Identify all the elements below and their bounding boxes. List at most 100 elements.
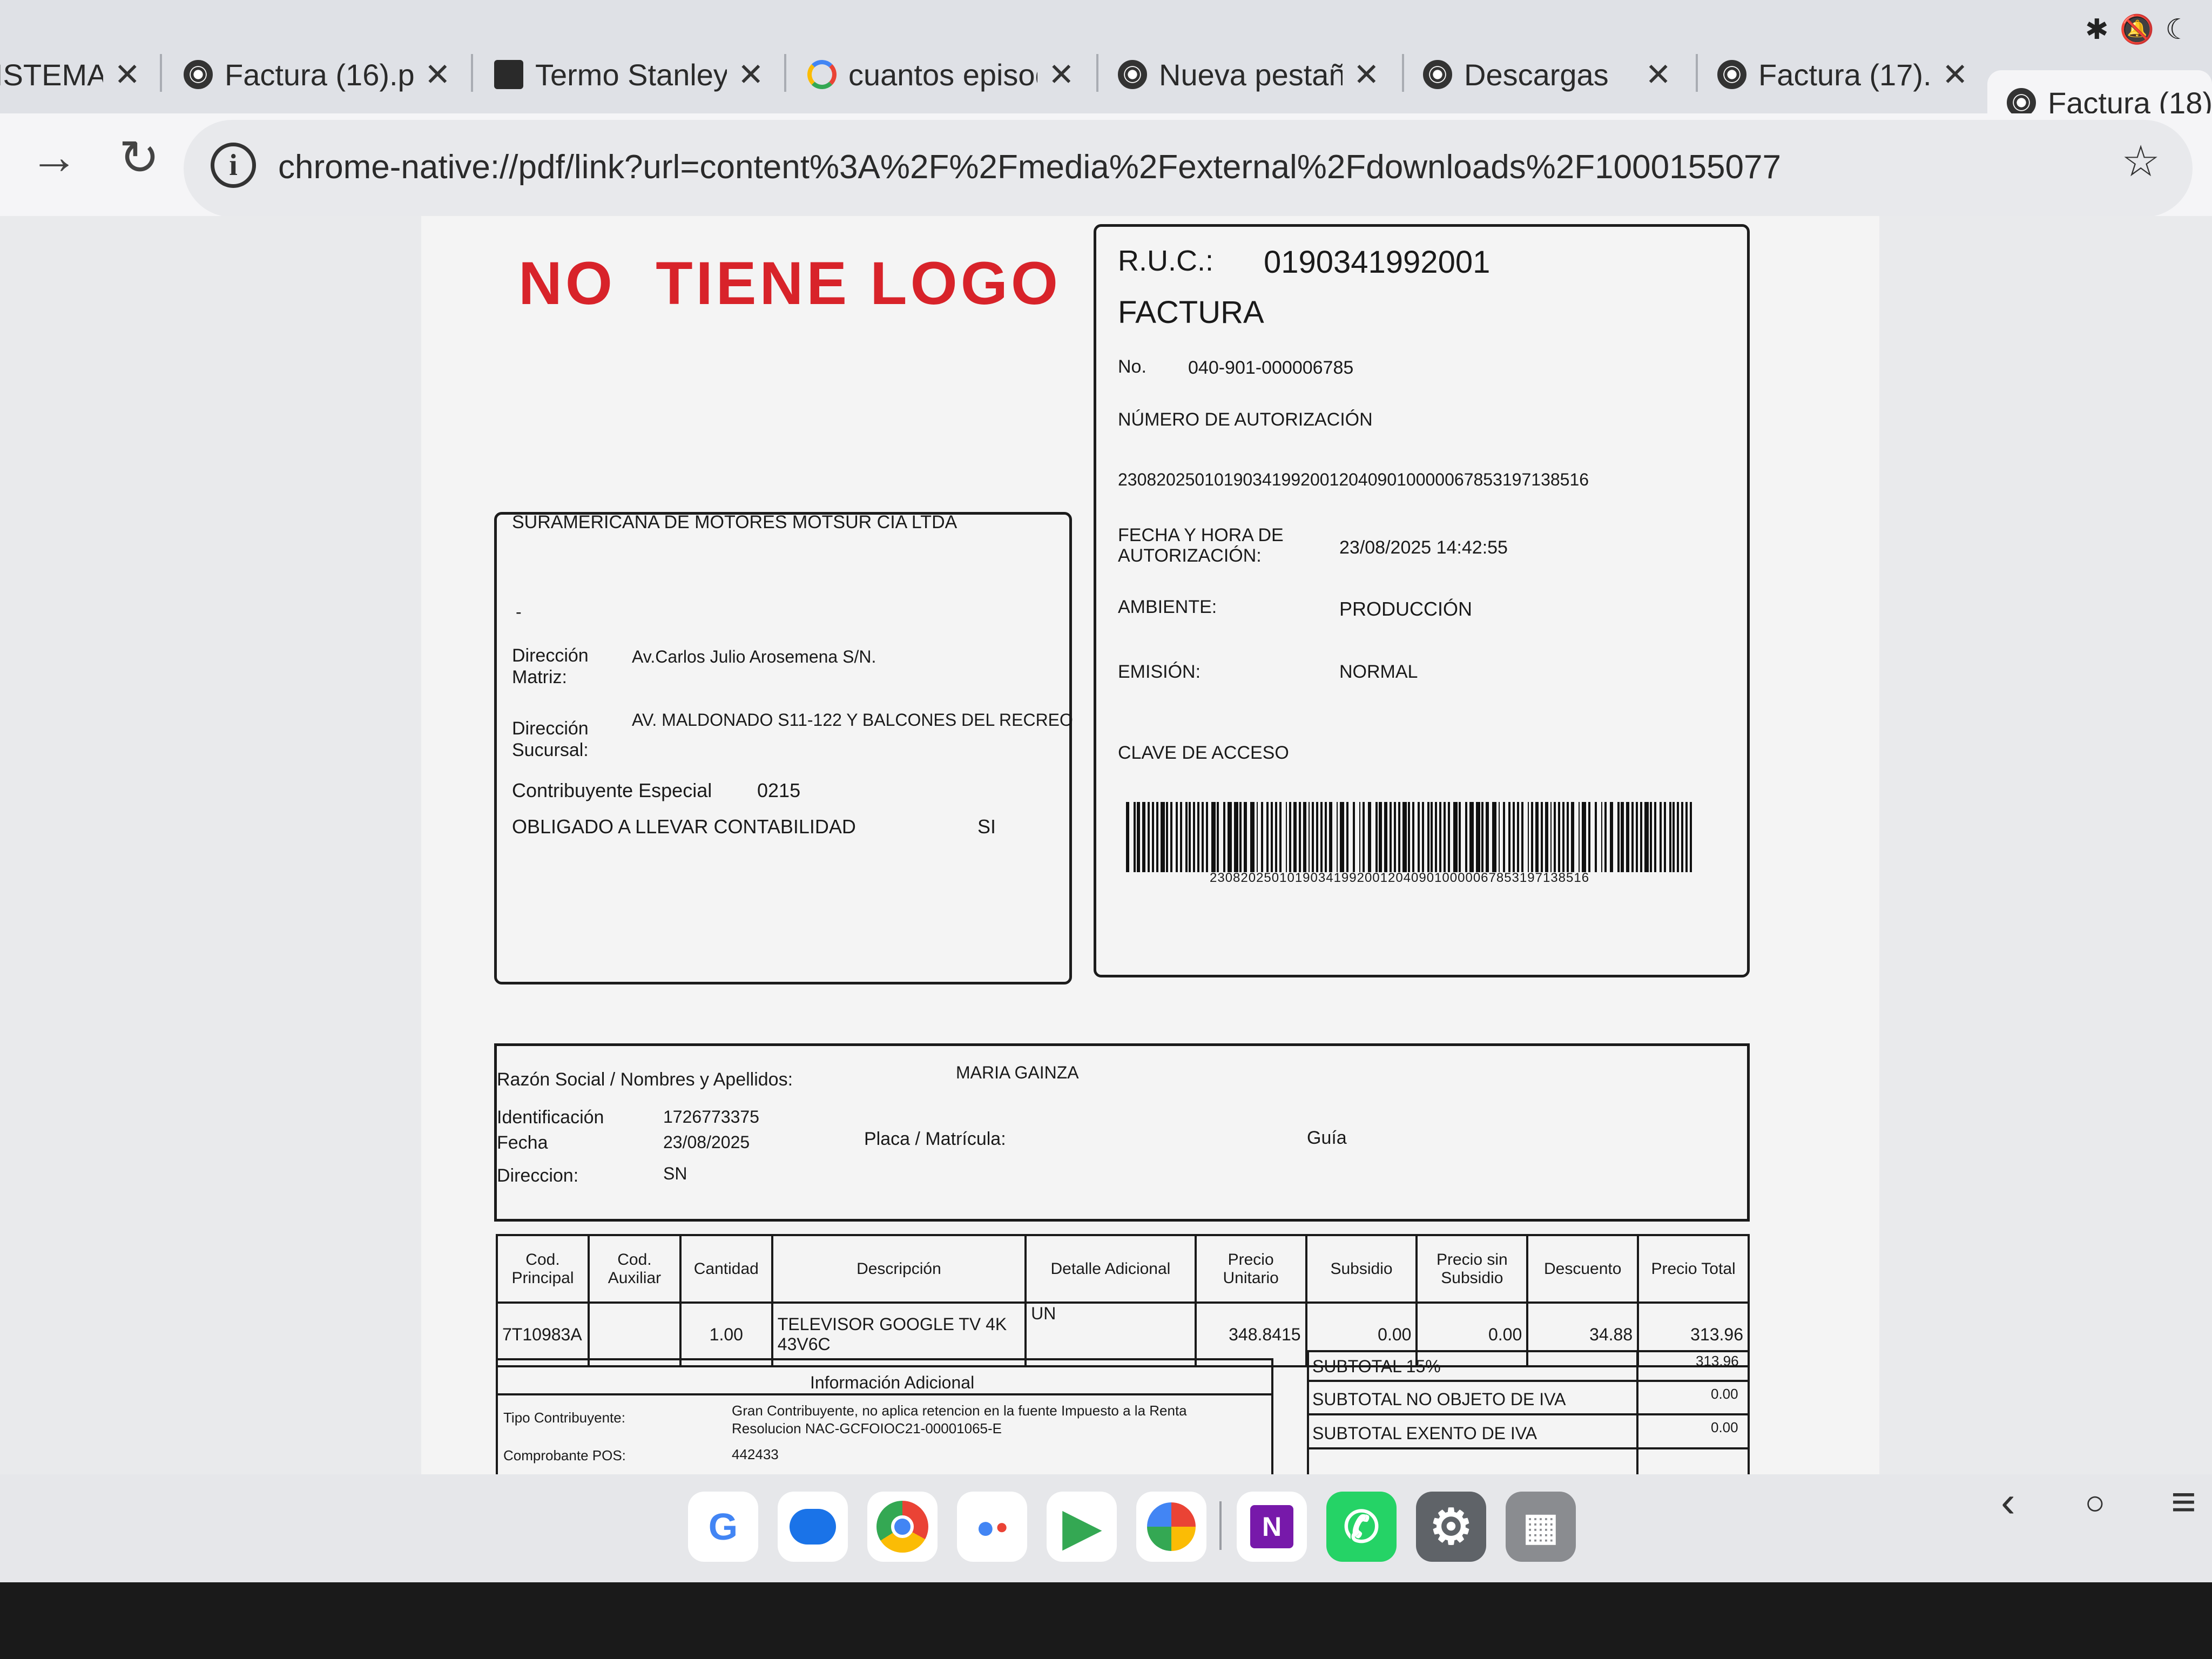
contribuyente-label: Contribuyente Especial — [512, 779, 712, 801]
nav-back-icon[interactable]: ‹ — [2001, 1477, 2015, 1527]
direccion-value: SN — [663, 1164, 687, 1183]
issuer-name: SURAMERICANA DE MOTORES MOTSUR CIA LTDA — [512, 512, 957, 532]
tipo-contribuyente-value-1: Gran Contribuyente, no aplica retencion … — [732, 1402, 1187, 1419]
no-value: 040-901-000006785 — [1188, 358, 1354, 378]
col-precio-unitario: Precio Unitario — [1194, 1234, 1307, 1304]
totals-row-divider — [1307, 1380, 1750, 1382]
photos-app-icon[interactable] — [1136, 1492, 1206, 1562]
close-icon[interactable]: ✕ — [738, 56, 764, 93]
razon-label: Razón Social / Nombres y Apellidos: — [497, 1069, 793, 1090]
chrome-icon — [1717, 60, 1746, 89]
sucursal-label-1: Dirección — [512, 718, 589, 739]
address-bar[interactable]: i chrome-native://pdf/link?url=content%3… — [184, 120, 2193, 217]
auth-value: 2308202501019034199200120409010000067853… — [1118, 470, 1589, 489]
col-precio-sin-subsidio: Precio sin Subsidio — [1415, 1234, 1529, 1304]
onenote-app-icon[interactable]: N — [1237, 1492, 1307, 1562]
ambiente-label: AMBIENTE: — [1118, 597, 1217, 617]
moon-icon: ☾ — [2165, 14, 2201, 45]
chrome-icon — [184, 60, 213, 89]
razon-value: MARIA GAINZA — [956, 1063, 1079, 1082]
total-label: SUBTOTAL NO OBJETO DE IVA — [1312, 1390, 1566, 1409]
dock-separator — [1219, 1501, 1222, 1550]
col-subsidio: Subsidio — [1305, 1234, 1418, 1304]
doc-type: FACTURA — [1118, 295, 1264, 330]
sucursal-label-2: Sucursal: — [512, 740, 589, 760]
logo-placeholder: NO TIENE LOGO — [518, 249, 1061, 317]
direccion-label: Direccion: — [497, 1165, 579, 1186]
chrome-icon — [1423, 60, 1452, 89]
obligado-label: OBLIGADO A LLEVAR CONTABILIDAD — [512, 815, 856, 838]
tab-title: Nueva pestaña — [1159, 57, 1343, 92]
guia-label: Guía — [1307, 1128, 1347, 1148]
tab-title: cuantos episodios — [848, 57, 1037, 92]
chrome-icon — [1118, 60, 1147, 89]
tab-factura-17[interactable]: Factura (17).pdf ✕ — [1717, 42, 1968, 107]
col-precio-total: Precio Total — [1637, 1234, 1750, 1304]
bookmark-star-icon[interactable]: ☆ — [2121, 136, 2160, 186]
fecha-label-2: AUTORIZACIÓN: — [1118, 545, 1262, 566]
fecha-value: 23/08/2025 14:42:55 — [1339, 537, 1508, 558]
no-label: No. — [1118, 356, 1147, 377]
emision-label: EMISIÓN: — [1118, 662, 1201, 682]
play-store-app-icon[interactable]: ▶ — [1047, 1492, 1117, 1562]
total-value: 0.00 — [1711, 1419, 1738, 1435]
total-value: 313.96 — [1696, 1353, 1739, 1369]
tab-cuantos-episodios[interactable]: cuantos episodios ✕ — [807, 42, 1080, 107]
close-icon[interactable]: ✕ — [424, 56, 451, 93]
apps-grid-icon[interactable]: ▦ — [1506, 1492, 1576, 1562]
mute-icon: 🔕 — [2119, 14, 2166, 45]
clave-label: CLAVE DE ACCESO — [1118, 743, 1289, 763]
google-app-icon[interactable]: G — [688, 1492, 758, 1562]
cell-precio-unitario: 348.8415 — [1194, 1301, 1307, 1367]
url-text[interactable]: chrome-native://pdf/link?url=content%3A%… — [278, 148, 1781, 186]
fecha-label-1: FECHA Y HORA DE — [1118, 525, 1284, 545]
items-header-row: Cod. Principal Cod. Auxiliar Cantidad De… — [496, 1234, 1750, 1304]
comprobante-pos-label: Comprobante POS: — [503, 1447, 626, 1464]
settings-app-icon[interactable]: ⚙ — [1416, 1492, 1486, 1562]
whatsapp-app-icon[interactable]: ✆ — [1326, 1492, 1397, 1562]
close-icon[interactable]: ✕ — [1942, 56, 1968, 93]
tipo-contribuyente-label: Tipo Contribuyente: — [503, 1410, 625, 1426]
stanley-bear-icon — [494, 60, 523, 89]
ruc-label: R.U.C.: — [1118, 245, 1214, 277]
close-icon[interactable]: ✕ — [114, 56, 140, 93]
access-key-barcode — [1126, 802, 1692, 872]
tab-factura-16[interactable]: Factura (16).pdf ✕ — [184, 42, 454, 107]
tab-nueva-pestana[interactable]: Nueva pestaña ✕ — [1118, 42, 1385, 107]
cell-cantidad: 1.00 — [679, 1301, 773, 1367]
screen-bottom-bezel — [0, 1582, 2212, 1659]
tab-termo-stanley[interactable]: Termo Stanley ✕ — [494, 42, 767, 107]
matriz-label-1: Dirección — [512, 645, 589, 666]
assistant-app-icon[interactable]: ● ● — [957, 1492, 1027, 1562]
tab-sistema[interactable]: ISTEMA ✕ — [0, 42, 140, 107]
auth-label: NÚMERO DE AUTORIZACIÓN — [1118, 409, 1373, 430]
chrome-app-icon[interactable] — [867, 1492, 938, 1562]
tab-separator — [471, 54, 473, 92]
tab-descargas[interactable]: Descargas ✕ — [1423, 42, 1671, 107]
tab-separator — [160, 54, 162, 92]
barcode-text: 2308202501019034199200120409010000067853… — [1210, 871, 1590, 885]
matriz-value: Av.Carlos Julio Arosemena S/N. — [632, 647, 876, 666]
forward-icon[interactable]: → — [30, 130, 78, 185]
bluetooth-icon: ✱ — [2085, 14, 2120, 45]
total-label: SUBTOTAL 15% — [1312, 1357, 1441, 1376]
chrome-icon — [2007, 88, 2036, 117]
close-icon[interactable]: ✕ — [1353, 56, 1380, 93]
fecha-cliente-label: Fecha — [497, 1132, 548, 1153]
nav-home-icon[interactable]: ○ — [2085, 1482, 2106, 1522]
info-icon[interactable]: i — [211, 143, 256, 188]
totals-row-divider — [1307, 1447, 1750, 1449]
close-icon[interactable]: ✕ — [1645, 56, 1671, 93]
messages-app-icon[interactable] — [778, 1492, 848, 1562]
col-descripcion: Descripción — [771, 1234, 1027, 1304]
close-icon[interactable]: ✕ — [1048, 56, 1075, 93]
reload-icon[interactable]: ↻ — [119, 130, 159, 186]
cell-cod-principal: 7T10983A — [496, 1301, 590, 1367]
tab-title: Factura (17).pdf — [1758, 57, 1931, 92]
cell-descripcion: TELEVISOR GOOGLE TV 4K 43V6C — [771, 1301, 1027, 1367]
nav-recents-icon[interactable]: ≡ — [2171, 1477, 2196, 1527]
placa-label: Placa / Matrícula: — [864, 1129, 1006, 1149]
id-label: Identificación — [497, 1107, 604, 1128]
col-detalle: Detalle Adicional — [1024, 1234, 1197, 1304]
totals-col-divider — [1636, 1350, 1638, 1474]
